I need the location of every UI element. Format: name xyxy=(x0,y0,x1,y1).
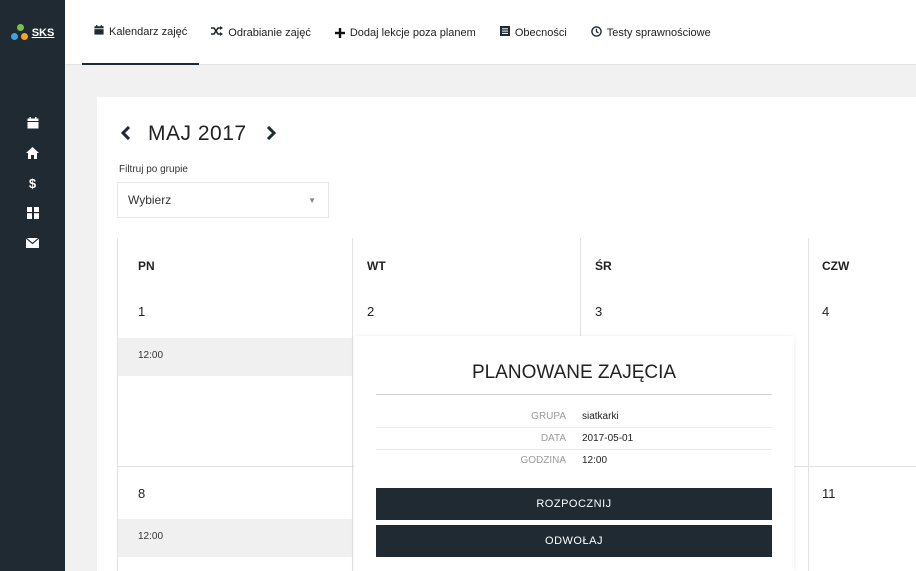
top-nav: Kalendarz zajęć Odrabianie zajęć Dodaj l… xyxy=(65,0,916,65)
calendar-icon xyxy=(94,25,104,38)
event-slot[interactable]: 12:00 xyxy=(118,519,352,557)
popup-divider xyxy=(376,394,772,395)
detail-row-grupa: GRUPA siatkarki xyxy=(376,406,772,428)
day-number[interactable]: 8 xyxy=(138,486,145,501)
event-slot[interactable]: 12:00 xyxy=(118,338,352,376)
tab-label: Kalendarz zajęć xyxy=(109,25,188,38)
detail-row-godzina: GODZINA 12:00 xyxy=(376,450,772,472)
detail-row-data: DATA 2017-05-01 xyxy=(376,428,772,450)
plus-icon xyxy=(334,25,345,41)
sidebar-home-icon[interactable] xyxy=(0,138,65,168)
tab-dodaj-lekcje[interactable]: Dodaj lekcje poza planem xyxy=(323,0,488,65)
sidebar-envelope-icon[interactable] xyxy=(0,228,65,258)
tab-odrabianie[interactable]: Odrabianie zajęć xyxy=(199,0,323,65)
day-number[interactable]: 1 xyxy=(138,304,145,319)
detail-key: GODZINA xyxy=(520,455,566,466)
sidebar-calendar-icon[interactable] xyxy=(0,108,65,138)
sidebar: SKS $ xyxy=(0,0,65,571)
weekday-header: WT xyxy=(367,259,386,273)
caret-down-icon: ▼ xyxy=(308,195,316,205)
tab-label: Odrabianie zajęć xyxy=(228,26,311,39)
grid-line xyxy=(352,238,353,571)
sidebar-dollar-icon[interactable]: $ xyxy=(0,168,65,198)
month-title: MAJ 2017 xyxy=(148,122,247,145)
event-time: 12:00 xyxy=(138,350,164,361)
group-select-value: Wybierz xyxy=(128,193,172,207)
detail-key: GRUPA xyxy=(531,411,566,422)
day-number[interactable]: 3 xyxy=(595,304,602,319)
event-popup: PLANOWANE ZAJĘCIA GRUPA siatkarki DATA 2… xyxy=(354,336,794,571)
logo-dots-icon xyxy=(10,23,29,42)
tab-label: Dodaj lekcje poza planem xyxy=(349,26,476,39)
detail-value: 12:00 xyxy=(582,455,608,466)
grid-line xyxy=(808,238,809,571)
group-select[interactable]: Wybierz ▼ xyxy=(117,182,329,218)
logo-text: SKS xyxy=(31,26,55,39)
sidebar-columns-icon[interactable] xyxy=(0,198,65,228)
cancel-button[interactable]: ODWOŁAJ xyxy=(376,525,772,557)
day-number[interactable]: 2 xyxy=(367,304,374,319)
detail-key: DATA xyxy=(540,433,566,444)
popup-title: PLANOWANE ZAJĘCIA xyxy=(471,362,677,383)
weekday-header: PN xyxy=(138,259,155,273)
filter-label: Filtruj po grupie xyxy=(119,164,188,175)
day-number[interactable]: 4 xyxy=(822,304,829,319)
list-icon xyxy=(499,26,510,39)
tab-kalendarz[interactable]: Kalendarz zajęć xyxy=(82,0,200,65)
weekday-header: CZW xyxy=(822,259,850,273)
day-number[interactable]: 11 xyxy=(822,486,836,501)
clock-icon xyxy=(590,25,602,40)
event-time: 12:00 xyxy=(138,531,164,542)
chevron-right-icon[interactable] xyxy=(265,123,287,146)
tab-label: Obecności xyxy=(514,26,567,39)
detail-value: siatkarki xyxy=(582,411,619,422)
month-navigation: MAJ 2017 xyxy=(120,122,287,146)
weekday-header: ŚR xyxy=(595,259,612,273)
start-button[interactable]: ROZPOCZNIJ xyxy=(376,488,772,520)
tab-label: Testy sprawnościowe xyxy=(606,26,711,39)
tab-testy[interactable]: Testy sprawnościowe xyxy=(579,0,723,65)
shuffle-icon xyxy=(211,26,224,39)
logo[interactable]: SKS xyxy=(0,0,65,65)
chevron-left-icon[interactable] xyxy=(120,123,142,146)
tab-obecnosci[interactable]: Obecności xyxy=(488,0,579,65)
detail-value: 2017-05-01 xyxy=(582,433,634,444)
